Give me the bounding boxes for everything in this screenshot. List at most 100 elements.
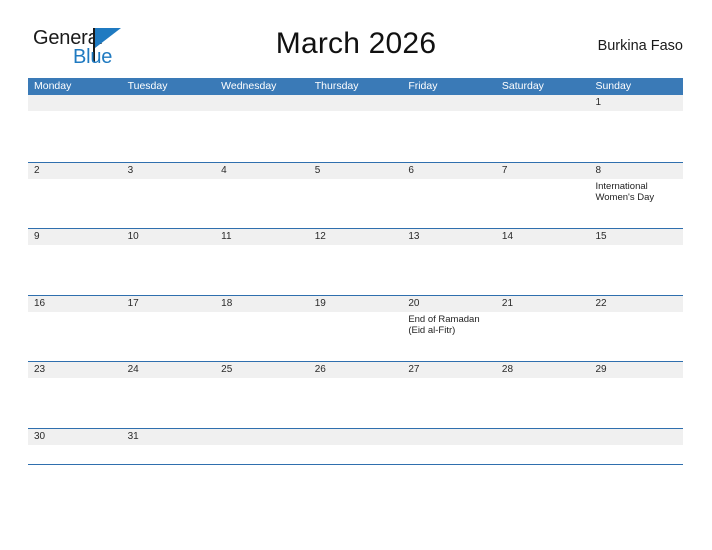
calendar-day-cell-empty	[402, 95, 496, 162]
calendar-day-cell[interactable]: 29	[589, 362, 684, 428]
calendar-page: General Blue March 2026 Burkina Faso Mon…	[0, 0, 712, 550]
day-date-band	[589, 428, 684, 445]
calendar-day-cell[interactable]: 7	[495, 162, 590, 228]
calendar-day-cell[interactable]: 21	[495, 295, 590, 361]
weekday-header-friday: Friday	[408, 80, 438, 92]
calendar-day-cell[interactable]: 27	[402, 362, 496, 428]
day-date-band	[495, 162, 590, 179]
calendar-day-cell[interactable]: 3	[121, 162, 216, 228]
day-date-band	[121, 95, 216, 111]
day-date-band	[402, 95, 496, 111]
day-number: 10	[127, 231, 139, 242]
calendar-day-cell-empty	[121, 95, 216, 162]
calendar-day-cell[interactable]: 9	[28, 229, 122, 295]
day-date-band	[308, 162, 403, 179]
day-number: 6	[408, 164, 414, 176]
calendar-day-cell-empty	[402, 428, 496, 464]
day-number: 20	[408, 297, 420, 309]
calendar-day-cell[interactable]: 23	[28, 362, 122, 428]
day-date-band	[589, 162, 684, 179]
calendar-day-cell[interactable]: 13	[402, 229, 496, 295]
day-number: 24	[127, 364, 139, 375]
calendar-week-row: 2 3 4 5 6 7 8 International Women's Day	[28, 161, 684, 228]
day-number: 25	[221, 364, 233, 375]
calendar-day-cell-empty	[495, 428, 590, 464]
day-number: 18	[221, 297, 233, 309]
calendar-day-cell[interactable]: 5	[308, 162, 403, 228]
weekday-header-saturday: Saturday	[501, 80, 544, 92]
weekday-header-tuesday: Tuesday	[127, 80, 168, 92]
calendar-day-cell[interactable]: 25	[215, 362, 309, 428]
calendar-day-cell[interactable]: 16	[28, 295, 122, 361]
day-date-band	[28, 229, 122, 245]
day-number: 19	[314, 297, 326, 309]
day-number: 11	[221, 231, 232, 242]
calendar-bottom-border	[28, 463, 683, 465]
day-number: 31	[127, 430, 139, 442]
day-number: 13	[408, 231, 420, 242]
day-number: 28	[501, 364, 514, 375]
calendar-day-cell[interactable]: 2	[28, 162, 122, 228]
day-number: 17	[127, 297, 139, 309]
day-number: 2	[34, 164, 40, 176]
day-date-band	[28, 162, 122, 179]
calendar-day-cell[interactable]: 24	[121, 362, 216, 428]
calendar-day-cell[interactable]: 30	[28, 428, 122, 464]
calendar-week-row: 1	[28, 95, 684, 162]
weekday-header-sunday: Sunday	[595, 80, 632, 92]
calendar-day-cell[interactable]: 6	[402, 162, 496, 228]
calendar-day-cell[interactable]: 20 End of Ramadan (Eid al-Fitr)	[402, 295, 496, 361]
day-date-band	[589, 95, 684, 111]
day-date-band	[28, 95, 122, 111]
calendar-day-cell-empty	[308, 428, 403, 464]
calendar-day-cell[interactable]: 15	[589, 229, 684, 295]
day-events: International Women's Day	[595, 181, 681, 204]
calendar-day-cell[interactable]: 4	[215, 162, 309, 228]
calendar-day-cell[interactable]: 17	[121, 295, 216, 361]
calendar-day-cell-empty	[215, 95, 309, 162]
calendar-day-cell[interactable]: 1	[589, 95, 684, 162]
day-number: 26	[314, 364, 326, 375]
event-label: (Eid al-Fitr)	[408, 325, 456, 336]
calendar-day-cell[interactable]: 8 International Women's Day	[589, 162, 684, 228]
event-label: International	[595, 180, 648, 192]
day-events: End of Ramadan (Eid al-Fitr)	[408, 314, 494, 337]
calendar-day-cell[interactable]: 12	[308, 229, 403, 295]
calendar-week-row: 9 10 11 12 13 14 15	[28, 228, 684, 295]
day-date-band	[495, 95, 590, 111]
day-date-band	[215, 95, 309, 111]
day-number: 12	[314, 231, 326, 242]
calendar-day-cell[interactable]: 19	[308, 295, 403, 361]
page-header: General Blue March 2026 Burkina Faso	[0, 22, 712, 74]
calendar-day-cell[interactable]: 14	[495, 229, 590, 295]
day-number: 1	[595, 97, 602, 108]
calendar-weeks: 1 2 3 4 5 6 7 8 International Women's Day 9 10 11 12 1…	[28, 95, 684, 464]
calendar-day-cell-empty	[495, 95, 590, 162]
weekday-header-monday: Monday	[34, 80, 72, 92]
day-date-band	[215, 162, 309, 179]
calendar-day-cell[interactable]: 22	[589, 295, 684, 361]
day-number: 9	[34, 231, 40, 242]
calendar-day-cell[interactable]: 10	[121, 229, 216, 295]
calendar-day-cell[interactable]: 26	[308, 362, 403, 428]
day-date-band	[308, 428, 403, 445]
calendar-day-cell-empty	[28, 95, 122, 162]
calendar-day-cell[interactable]: 11	[215, 229, 309, 295]
day-date-band	[402, 428, 496, 445]
calendar-day-cell[interactable]: 31	[121, 428, 216, 464]
event-label: End of Ramadan	[408, 313, 480, 325]
calendar-day-cell[interactable]: 28	[495, 362, 590, 428]
calendar-day-cell[interactable]: 18	[215, 295, 309, 361]
day-number: 30	[34, 430, 46, 442]
day-number: 16	[34, 297, 46, 309]
day-date-band	[402, 162, 496, 179]
country-label: Burkina Faso	[597, 38, 683, 54]
weekday-header-wednesday: Wednesday	[221, 80, 277, 92]
calendar-week-row: 16 17 18 19 20 End of Ramadan (Eid al-Fitr) 21 2…	[28, 294, 684, 361]
day-number: 29	[595, 364, 607, 375]
day-number: 23	[34, 364, 46, 375]
event-label: Women's Day	[595, 192, 655, 203]
day-number: 14	[501, 231, 514, 242]
weekday-header-row: Monday Tuesday Wednesday Thursday Friday…	[28, 78, 683, 95]
day-number: 22	[595, 297, 607, 309]
